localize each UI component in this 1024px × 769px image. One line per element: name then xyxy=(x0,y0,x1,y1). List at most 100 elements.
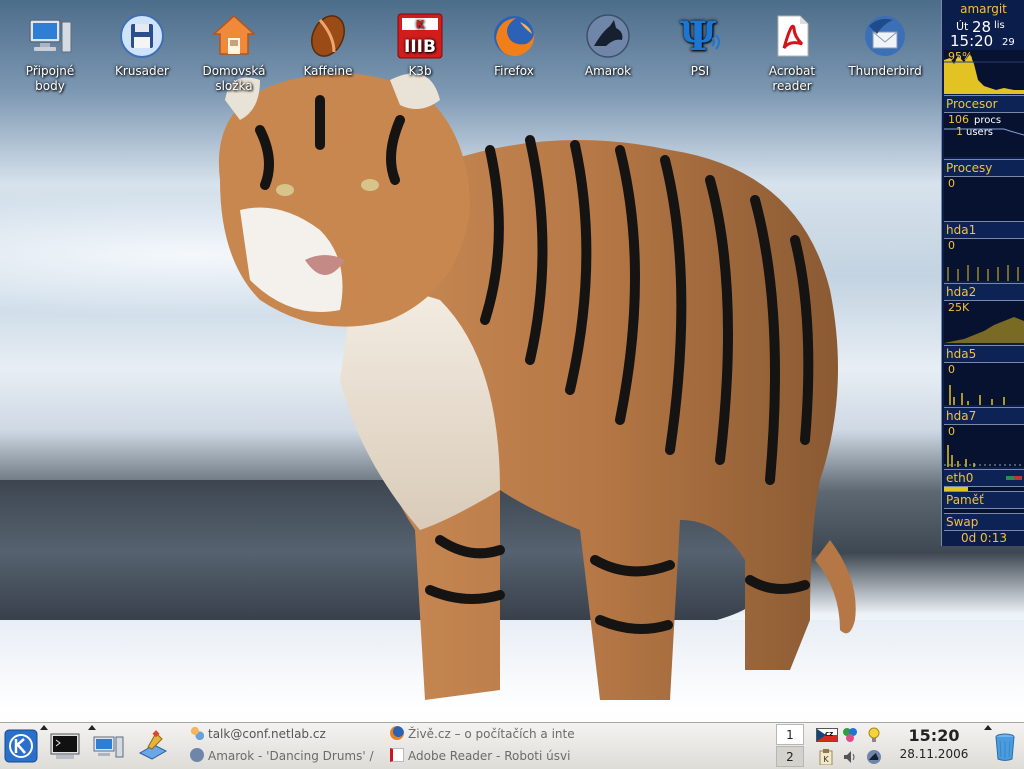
hda2-value: 25K xyxy=(948,301,970,314)
psi-status-icon-svg xyxy=(843,728,857,742)
desktop-icon-amarok[interactable]: Amarok xyxy=(568,12,648,79)
desktop-icon-label: Kaffeine xyxy=(303,64,353,78)
task-talk[interactable]: talk@conf.netlab.cz xyxy=(190,725,380,743)
processes-value: 0 xyxy=(948,177,955,190)
system-monitor: amargit Út 28 lis 15:20 29 95% Procesor … xyxy=(941,0,1024,546)
desktop-icon-label: Acrobat xyxy=(768,64,816,78)
acrobat-pdf-icon xyxy=(390,748,404,762)
hda5-value: 0 xyxy=(948,363,955,376)
hda5-graph: 0 xyxy=(944,363,1024,405)
task-zive[interactable]: Živě.cz – o počítačích a inte xyxy=(390,725,580,743)
kde-panel: talk@conf.netlab.cz Živě.cz – o počítačí… xyxy=(0,722,1024,769)
keyboard-layout-label: cz xyxy=(825,730,834,738)
task-label: Amarok - 'Dancing Drums' / xyxy=(208,749,374,763)
chat-people-icon xyxy=(190,726,204,740)
hda2-graph: 25K xyxy=(944,301,1024,343)
processor-label: Procesor xyxy=(944,95,1024,113)
hda7-graph: 0 xyxy=(944,425,1024,467)
hda1-graph: 0 xyxy=(944,239,1024,281)
amarok-wolf-icon xyxy=(586,14,630,58)
eth0-label: eth0 xyxy=(944,469,1024,487)
amarok-tray-icon[interactable] xyxy=(866,749,882,765)
keyboard-layout-flag-icon[interactable]: cz xyxy=(816,728,838,742)
floppy-disk-icon xyxy=(120,14,164,58)
k-menu-button[interactable] xyxy=(4,729,38,763)
trash-can-icon xyxy=(995,733,1015,761)
firefox-icon xyxy=(494,16,535,57)
home-folder-icon xyxy=(212,14,256,55)
processes-graph: 0 xyxy=(944,177,1024,221)
klipper-clipboard-icon[interactable]: K xyxy=(818,749,834,766)
tiger-image xyxy=(218,73,856,700)
pager-desktop-1[interactable]: 1 xyxy=(776,724,804,745)
desktop-icon-pripojne-body[interactable]: Připojné body xyxy=(10,12,90,94)
computer-icon xyxy=(93,736,124,758)
terminal-launcher[interactable] xyxy=(48,729,82,763)
procs-graph: 106 procs 1 users xyxy=(944,113,1024,157)
pager-desktop-2[interactable]: 2 xyxy=(776,746,804,767)
uptime: 0d 0:13 xyxy=(960,531,1007,545)
task-label: Adobe Reader - Roboti úsvi xyxy=(408,749,571,763)
desktop-icon-label: PSI xyxy=(690,64,710,78)
kde-logo-icon xyxy=(4,729,38,763)
thunderbird-icon xyxy=(865,16,905,56)
system-launcher[interactable] xyxy=(92,729,126,763)
processes-label: Procesy xyxy=(944,159,1024,177)
desktop-icon-firefox[interactable]: Firefox xyxy=(474,12,554,79)
psi-icon: Ψ xyxy=(680,13,720,60)
amarok-wolf-icon xyxy=(190,748,204,762)
task-label: talk@conf.netlab.cz xyxy=(208,727,326,741)
hda7-label: hda7 xyxy=(944,407,1024,425)
monitor-clock-time: 15:20 xyxy=(950,32,994,50)
acrobat-pdf-icon xyxy=(777,15,809,57)
network-activity-leds xyxy=(1006,476,1022,480)
desktop-icon-psi[interactable]: Ψ PSI xyxy=(660,12,740,79)
svg-text:K: K xyxy=(416,18,425,31)
firefox-icon xyxy=(390,726,404,740)
desktop-icon-label: Domovská xyxy=(202,64,266,78)
computer-icon xyxy=(29,19,72,53)
terminal-icon xyxy=(50,733,80,759)
clipboard-icon-svg: K xyxy=(819,749,833,766)
monitor-hostname: amargit xyxy=(960,2,1007,16)
desktop-icon-k3b[interactable]: K IIIB K3b xyxy=(380,12,460,79)
desktop-wallpaper xyxy=(0,0,1024,768)
desktop-icon-label: složka xyxy=(215,79,253,93)
hda1-graph-plot xyxy=(947,265,1019,281)
hda7-graph-plot xyxy=(944,445,1024,467)
monitor-clock: Út 28 lis 15:20 29 xyxy=(944,18,1024,50)
hda5-graph-plot xyxy=(949,385,1005,405)
psi-status-icon[interactable] xyxy=(842,727,858,743)
desktop-icon-label: K3b xyxy=(408,64,432,78)
desktop-icon-domovska-slozka[interactable]: Domovská složka xyxy=(194,12,274,94)
trash-launcher[interactable] xyxy=(988,729,1022,763)
desktop-launcher[interactable] xyxy=(136,729,170,763)
hda1-label: hda1 xyxy=(944,221,1024,239)
desktop-icon-label: Připojné xyxy=(25,64,75,78)
task-adobe-reader[interactable]: Adobe Reader - Roboti úsvi xyxy=(390,747,580,765)
volume-icon[interactable] xyxy=(842,749,858,765)
desktop-icon-kaffeine[interactable]: Kaffeine xyxy=(288,12,368,79)
lightbulb-icon[interactable] xyxy=(866,727,882,743)
svg-text:Ψ: Ψ xyxy=(680,13,717,60)
desktop-icon-label: Thunderbird xyxy=(848,64,922,78)
svg-text:IIIB: IIIB xyxy=(404,37,436,57)
panel-clock[interactable]: 15:20 28.11.2006 xyxy=(894,726,974,761)
hda1-value: 0 xyxy=(948,239,955,252)
task-amarok[interactable]: Amarok - 'Dancing Drums' / xyxy=(190,747,380,765)
desktop-icon-krusader[interactable]: Krusader xyxy=(102,12,182,79)
desktop-icon-label: body xyxy=(35,79,65,93)
cpu-graph: 95% xyxy=(944,50,1024,94)
monitor-clock-seconds: 29 xyxy=(1002,37,1015,48)
desktop-icon-label: Amarok xyxy=(584,64,632,78)
monitor-clock-month: lis xyxy=(994,20,1005,31)
svg-text:K: K xyxy=(823,755,829,764)
panel-arrow-icon[interactable] xyxy=(40,725,48,730)
paint-desktop-icon xyxy=(138,730,168,760)
swap-label: Swap xyxy=(944,513,1024,531)
desktop-icon-thunderbird[interactable]: Thunderbird xyxy=(845,12,925,79)
hda2-label: hda2 xyxy=(944,283,1024,301)
desktop-icon-acrobat-reader[interactable]: Acrobat reader xyxy=(752,12,832,94)
hda5-label: hda5 xyxy=(944,345,1024,363)
users-count: 1 xyxy=(956,125,963,138)
